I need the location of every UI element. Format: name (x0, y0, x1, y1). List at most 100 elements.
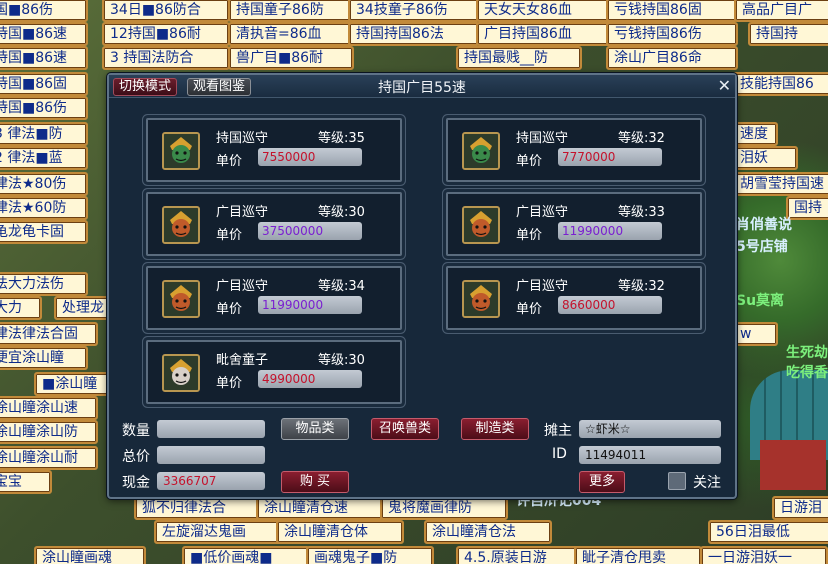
follow-checkbox[interactable] (668, 472, 686, 490)
stall-name-tag[interactable]: 兽广目■86耐 (228, 46, 354, 70)
item-level: 等级:32 (618, 279, 665, 294)
item-avatar-icon (462, 206, 500, 244)
stall-name-tag[interactable]: 亏钱持国86固 (606, 0, 738, 22)
player-name-label: 生死劫 (786, 345, 828, 361)
stall-name-tag[interactable]: w (732, 322, 778, 346)
stall-name-tag[interactable]: 龟龙龟卡固 (0, 220, 88, 244)
stall-name-tag[interactable]: 法大力法伤 (0, 272, 88, 296)
item-name: 广目巡守 (216, 205, 269, 220)
owner-field: ☆虾米☆ (579, 420, 721, 438)
stall-name-tag[interactable]: 速度 (732, 122, 778, 146)
price-label: 单价 (216, 154, 243, 169)
item-price: 37500000 (258, 222, 362, 240)
stall-name-tag[interactable]: 涂山瞳涂山防 (0, 420, 98, 444)
stall-name-tag[interactable]: 涂山瞳清仓法 (424, 520, 552, 544)
item-card[interactable]: 持国巡守 等级:35 单价 7550000 (146, 118, 402, 182)
item-price: 11990000 (558, 222, 662, 240)
stall-name-tag[interactable]: 广目持国86血 (476, 22, 612, 46)
item-price: 7550000 (258, 148, 362, 166)
stall-name-tag[interactable]: 宝宝 (0, 470, 52, 494)
stall-name-tag[interactable]: 涂山广目86命 (606, 46, 738, 70)
cash-label: 现金 (122, 475, 150, 491)
stall-name-tag[interactable]: 律法★80伤 (0, 172, 88, 196)
id-field: 11494011 (579, 446, 721, 464)
price-label: 单价 (216, 302, 243, 317)
quantity-field[interactable] (157, 420, 265, 438)
quantity-label: 数量 (122, 423, 150, 439)
stall-name-tag[interactable]: 清执音=86血 (228, 22, 354, 46)
stall-name-tag[interactable]: 持国■86伤 (0, 96, 88, 120)
stall-name-tag[interactable]: 律法律法合固 (0, 322, 98, 346)
stall-name-tag[interactable]: 国持 (786, 196, 828, 220)
stall-name-tag[interactable]: 56日泪最低 (708, 520, 828, 544)
stall-name-tag[interactable]: 鬼将魔画律防 (380, 496, 508, 520)
item-card[interactable]: 广目巡守 等级:34 单价 11990000 (146, 266, 402, 330)
item-name: 广目巡守 (516, 279, 569, 294)
stall-name-tag[interactable]: 胡雪莹持国速 (732, 172, 828, 196)
item-avatar-icon (162, 354, 200, 392)
items-category-button[interactable]: 物品类 (281, 418, 349, 440)
stall-name-tag[interactable]: 34技童子86伤 (348, 0, 480, 22)
item-card[interactable]: 持国巡守 等级:32 单价 7770000 (446, 118, 702, 182)
stall-name-tag[interactable]: 涂山瞳涂山耐 (0, 446, 98, 470)
close-icon[interactable]: ✕ (718, 76, 731, 95)
stall-name-tag[interactable]: 持国■86速 (0, 22, 88, 46)
dialog-titlebar: 切换模式 观看图鉴 持国广目55速 ✕ (109, 75, 735, 98)
item-avatar-icon (462, 132, 500, 170)
stall-name-tag[interactable]: ■低价画魂■ (182, 546, 310, 564)
price-label: 单价 (216, 376, 243, 391)
price-label: 单价 (216, 228, 243, 243)
buy-button[interactable]: 购 买 (281, 471, 349, 493)
stall-name-tag[interactable]: 持国童子86防 (228, 0, 354, 22)
stall-name-tag[interactable]: 画魂鬼子■防 (306, 546, 434, 564)
price-label: 单价 (516, 154, 543, 169)
stall-name-tag[interactable]: 4.5.原装日游 (456, 546, 584, 564)
stall-name-tag[interactable]: 持国■86固 (0, 72, 88, 96)
summon-category-button[interactable]: 召唤兽类 (371, 418, 439, 440)
stall-name-tag[interactable]: 12持国■86耐 (102, 22, 230, 46)
stall-name-tag[interactable]: 2 律法■蓝 (0, 146, 88, 170)
stall-name-tag[interactable]: 技能持国86 (732, 72, 828, 96)
stall-name-tag[interactable]: 便宜涂山瞳 (0, 346, 88, 370)
item-card[interactable]: 广目巡守 等级:30 单价 37500000 (146, 192, 402, 256)
stall-name-tag[interactable]: 左旋溜达鬼画 (154, 520, 282, 544)
stall-name-tag[interactable]: 34日■86防合 (102, 0, 230, 22)
stall-name-tag[interactable]: 律法★60防 (0, 196, 88, 220)
stall-name-tag[interactable]: 3 持国法防合 (102, 46, 230, 70)
item-name: 广目巡守 (516, 205, 569, 220)
stall-name-tag[interactable]: 涂山瞳画魂 (34, 546, 146, 564)
stall-name-tag[interactable]: 持国■86速 (0, 46, 88, 70)
item-card[interactable]: 毗舍童子 等级:30 单价 4990000 (146, 340, 402, 404)
total-field (157, 446, 265, 464)
item-card[interactable]: 广目巡守 等级:33 单价 11990000 (446, 192, 702, 256)
stall-name-tag[interactable]: 持国最贱__防 (456, 46, 582, 70)
stall-name-tag[interactable]: 持国持国86法 (348, 22, 480, 46)
item-level: 等级:34 (318, 279, 365, 294)
stall-name-tag[interactable]: 大力 (0, 296, 42, 320)
stall-name-tag[interactable]: 亏钱持国86伤 (606, 22, 738, 46)
item-price: 11990000 (258, 296, 362, 314)
stall-name-tag[interactable]: 国■86伤 (0, 0, 88, 22)
stall-name-tag[interactable]: 持国持 (748, 22, 828, 46)
stall-name-tag[interactable]: 一日游泪妖一 (700, 546, 828, 564)
more-button[interactable]: 更多 (579, 471, 625, 493)
id-label: ID (552, 446, 567, 462)
item-avatar-icon (462, 280, 500, 318)
stall-name-tag[interactable]: 3 律法■防 (0, 122, 88, 146)
stall-name-tag[interactable]: 狐不归律法合 (134, 496, 262, 520)
stall-name-tag[interactable]: 眦子清仓甩卖 (574, 546, 702, 564)
player-name-label: 肖俏善说 (736, 217, 792, 233)
stall-name-tag[interactable]: 高品广目广 (734, 0, 828, 22)
stall-name-tag[interactable]: 涂山瞳清仓体 (276, 520, 404, 544)
item-card[interactable]: 广目巡守 等级:32 单价 8660000 (446, 266, 702, 330)
player-name-label: 5号店铺 (736, 239, 788, 255)
stall-name-tag[interactable]: 天女天女86血 (476, 0, 612, 22)
stall-name-tag[interactable]: 涂山瞳涂山速 (0, 396, 98, 420)
craft-category-button[interactable]: 制造类 (461, 418, 529, 440)
stall-name-tag[interactable]: 泪妖 (732, 146, 798, 170)
item-level: 等级:32 (618, 131, 665, 146)
stall-name-tag[interactable]: 涂山瞳清仓速 (256, 496, 384, 520)
item-level: 等级:33 (618, 205, 665, 220)
item-name: 持国巡守 (516, 131, 569, 146)
stall-name-tag[interactable]: 日游泪 (772, 496, 828, 520)
